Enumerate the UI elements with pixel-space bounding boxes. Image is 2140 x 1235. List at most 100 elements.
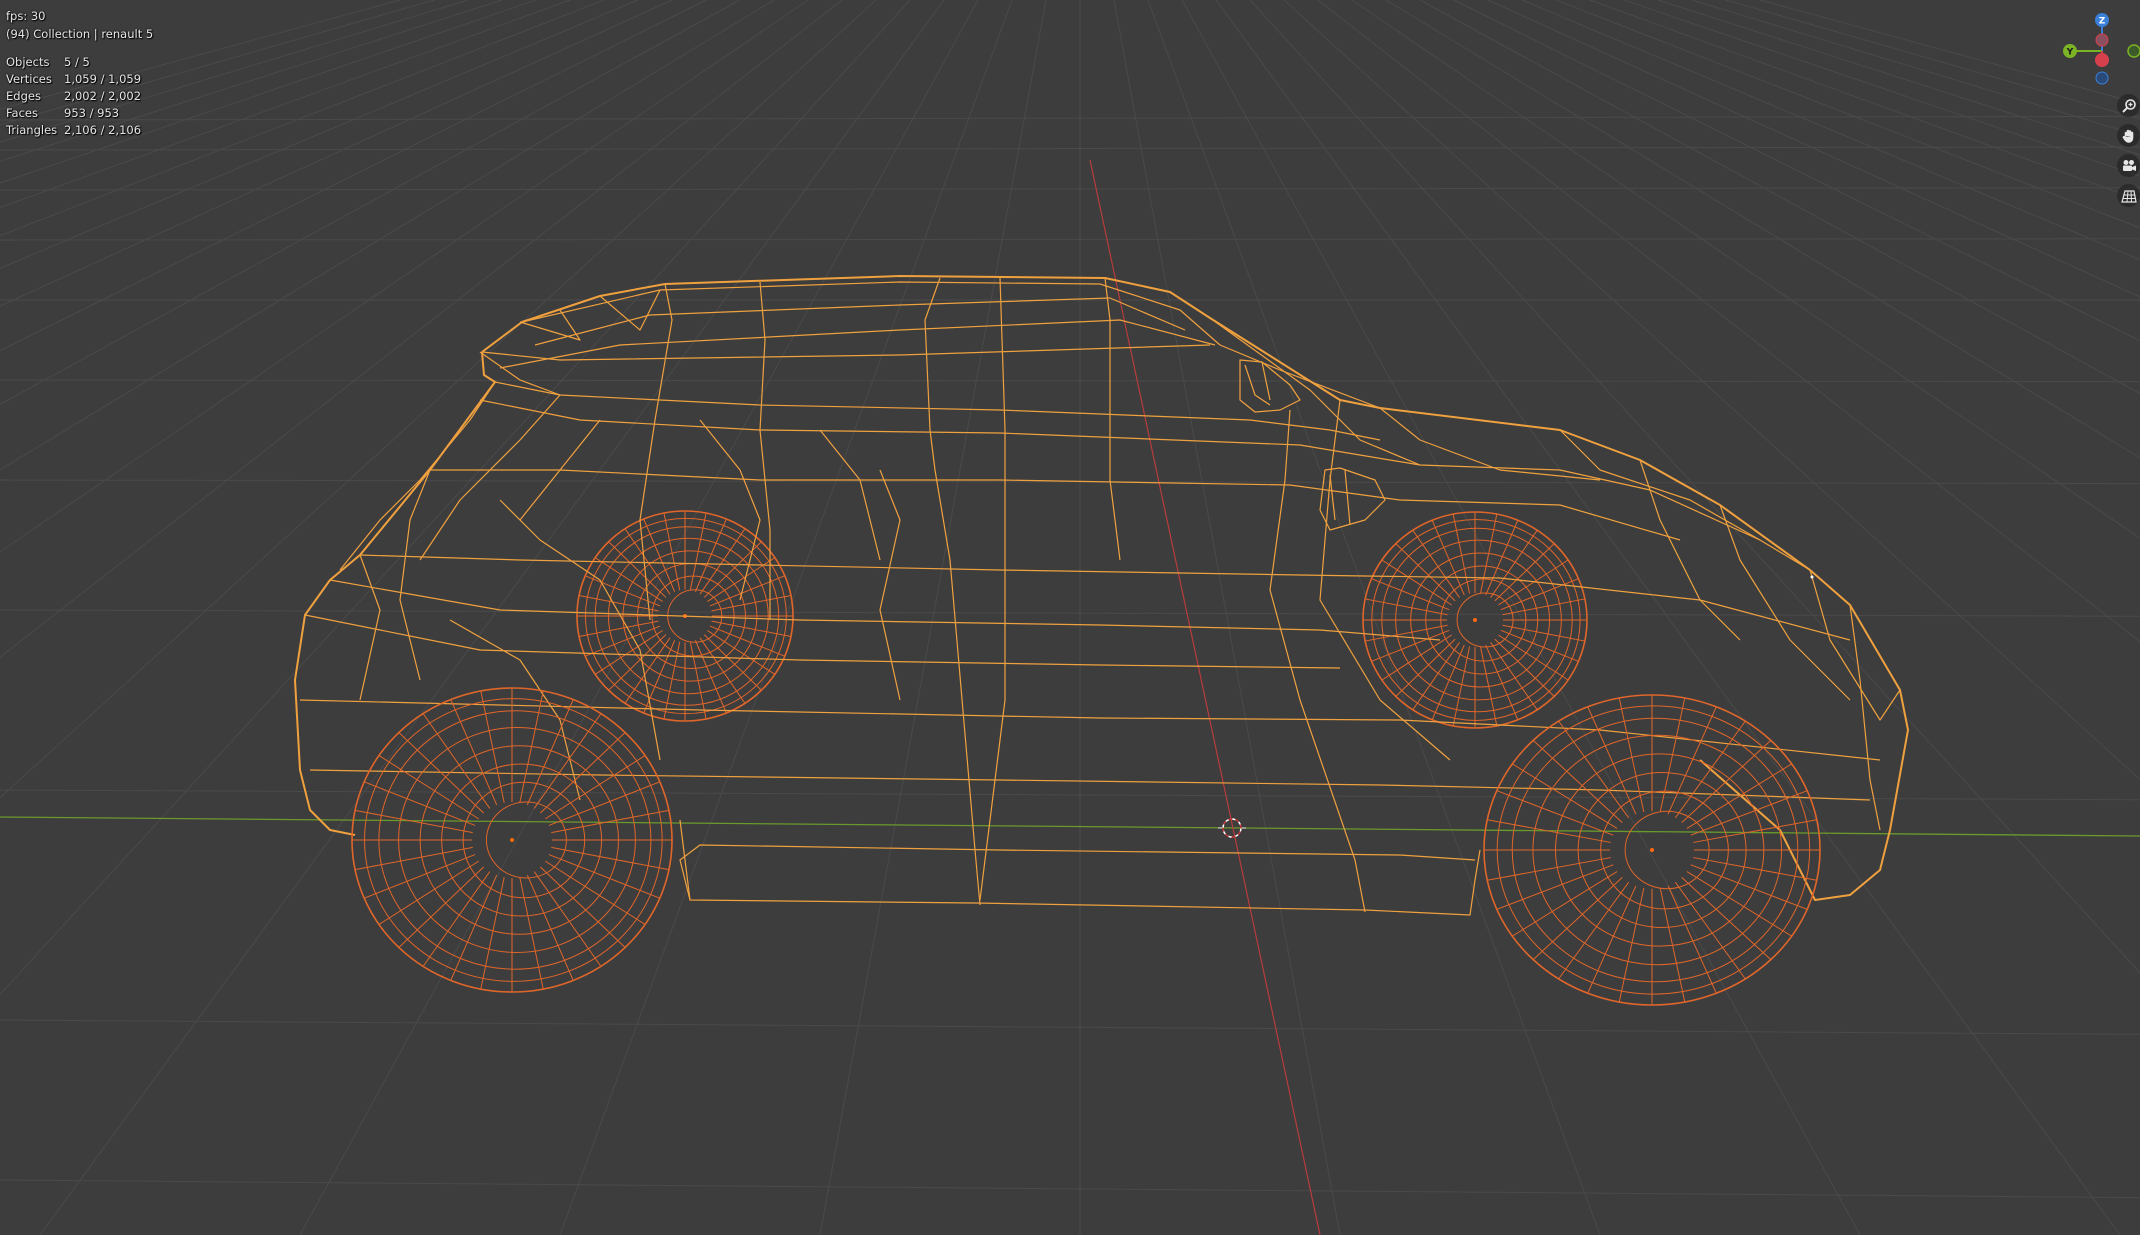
- grid-line: [1215, 0, 2121, 1235]
- grid-line: [0, 0, 469, 143]
- wheel-origin-dot: [1650, 848, 1654, 852]
- body-edge: [1329, 469, 1351, 526]
- grid-line: [0, 0, 707, 352]
- wheel-spoke: [1479, 513, 1498, 594]
- rear-wheels-group: [576, 510, 1588, 729]
- wheel-spoke: [1693, 819, 1817, 843]
- collection-label: (94) Collection | renault 5: [6, 27, 154, 41]
- grid-line: [0, 0, 775, 471]
- gizmo-z-label: Z: [2099, 17, 2106, 27]
- grid-line: [1657, 0, 2140, 156]
- zoom-icon: [2121, 98, 2136, 113]
- grid-line: [1555, 0, 2140, 229]
- body-edge: [1849, 604, 1881, 831]
- body-edge: [879, 469, 901, 701]
- camera-icon: [2122, 159, 2136, 171]
- stat-label: Faces: [6, 106, 38, 120]
- grid-line: [0, 0, 877, 799]
- 3d-viewport[interactable]: fps: 30 (94) Collection | renault 5 Obje…: [0, 0, 2140, 1235]
- stat-label: Triangles: [6, 123, 58, 137]
- body-edge: [1269, 409, 1356, 861]
- grid-line: [1487, 0, 2140, 298]
- body-edge: [1239, 359, 1301, 413]
- gizmo-neg-y-handle[interactable]: [2127, 44, 2140, 58]
- fps-readout: fps: 30: [6, 9, 46, 23]
- rear-right-wheel: [351, 687, 673, 993]
- wheel-spoke: [354, 846, 473, 871]
- stat-label: Objects: [6, 55, 50, 69]
- wheel-spoke: [1674, 881, 1746, 980]
- grid-line: [0, 238, 2140, 241]
- grid-line: [1759, 0, 2140, 105]
- wheel-spoke: [450, 699, 498, 806]
- body-edge: [1379, 407, 1601, 481]
- wheel-spoke: [1690, 864, 1808, 910]
- stat-value: 2,002 / 2,002: [64, 89, 142, 103]
- body-edge: [974, 849, 1366, 913]
- wheel-spoke: [1618, 887, 1645, 1003]
- grid-line: [0, 0, 605, 237]
- stat-value: 953 / 953: [64, 106, 120, 120]
- wheel-spoke: [699, 637, 746, 704]
- grid-line: [1521, 0, 2140, 261]
- grid-line: [1351, 0, 2140, 539]
- grid-line: [0, 0, 571, 209]
- zoom-button[interactable]: [2117, 94, 2140, 117]
- grid-line: [1249, 0, 2140, 974]
- grid-line: [0, 0, 911, 996]
- wheel-spoke: [1532, 877, 1623, 960]
- stat-row-faces: Faces 953 / 953: [6, 105, 141, 122]
- body-edge: [979, 277, 1006, 901]
- wheel-spoke: [533, 713, 602, 809]
- stat-value: 1,059 / 1,059: [64, 72, 142, 86]
- camera-view-button[interactable]: [2117, 154, 2140, 177]
- stat-row-objects: Objects 5 / 5: [6, 54, 141, 71]
- wheel-spoke: [1659, 697, 1686, 813]
- wheel-spoke: [711, 595, 792, 612]
- wheel-spoke: [1693, 857, 1817, 881]
- stat-label: Vertices: [6, 72, 52, 86]
- floor-grid: [0, 0, 2140, 1235]
- wheel-spoke: [533, 871, 602, 967]
- ortho-perspective-button[interactable]: [2117, 184, 2140, 207]
- stat-label: Edges: [6, 89, 41, 103]
- body-edge: [299, 699, 1881, 761]
- wheel-spoke: [480, 877, 505, 990]
- body-edge: [599, 289, 661, 331]
- wheel-spoke: [398, 866, 485, 948]
- wheel-spoke: [1365, 598, 1448, 616]
- body-edge: [639, 283, 673, 621]
- gizmo-x-handle[interactable]: [2095, 53, 2109, 67]
- body-edge: [819, 429, 881, 561]
- wheel-spoke: [1618, 697, 1645, 813]
- grid-line: [0, 0, 401, 110]
- wheel-spoke: [1659, 887, 1686, 1003]
- wheel-spoke: [1487, 857, 1611, 881]
- gizmo-neg-x-handle[interactable]: [2095, 33, 2109, 47]
- navigation-gizmo[interactable]: Z Y: [2058, 8, 2140, 92]
- wheel-spoke: [699, 528, 746, 595]
- stat-value: 2,106 / 2,106: [64, 123, 142, 137]
- grid-line: [0, 0, 741, 405]
- body-edge: [339, 381, 496, 571]
- scene-canvas[interactable]: [0, 0, 2140, 1235]
- pan-button[interactable]: [2117, 124, 2140, 147]
- wheel-spoke: [1479, 646, 1498, 727]
- gizmo-neg-z-handle[interactable]: [2095, 71, 2109, 85]
- body-edge: [1319, 399, 1451, 761]
- body-edge: [481, 344, 1211, 361]
- grid-line: [1283, 0, 2140, 781]
- wheel-spoke: [689, 641, 707, 720]
- wheel-spoke: [1502, 624, 1585, 642]
- car-body-wireframe: [294, 275, 1909, 916]
- body-edge: [359, 554, 1851, 641]
- origin-dot: [1810, 575, 1814, 579]
- wheel-spoke: [711, 620, 792, 637]
- body-edge: [294, 351, 496, 836]
- grid-line: [0, 187, 2140, 191]
- body-edge: [499, 499, 661, 761]
- grid-line: [0, 0, 673, 307]
- body-edge: [924, 277, 976, 851]
- body-edge: [679, 844, 1476, 901]
- wheel-spoke: [551, 846, 670, 871]
